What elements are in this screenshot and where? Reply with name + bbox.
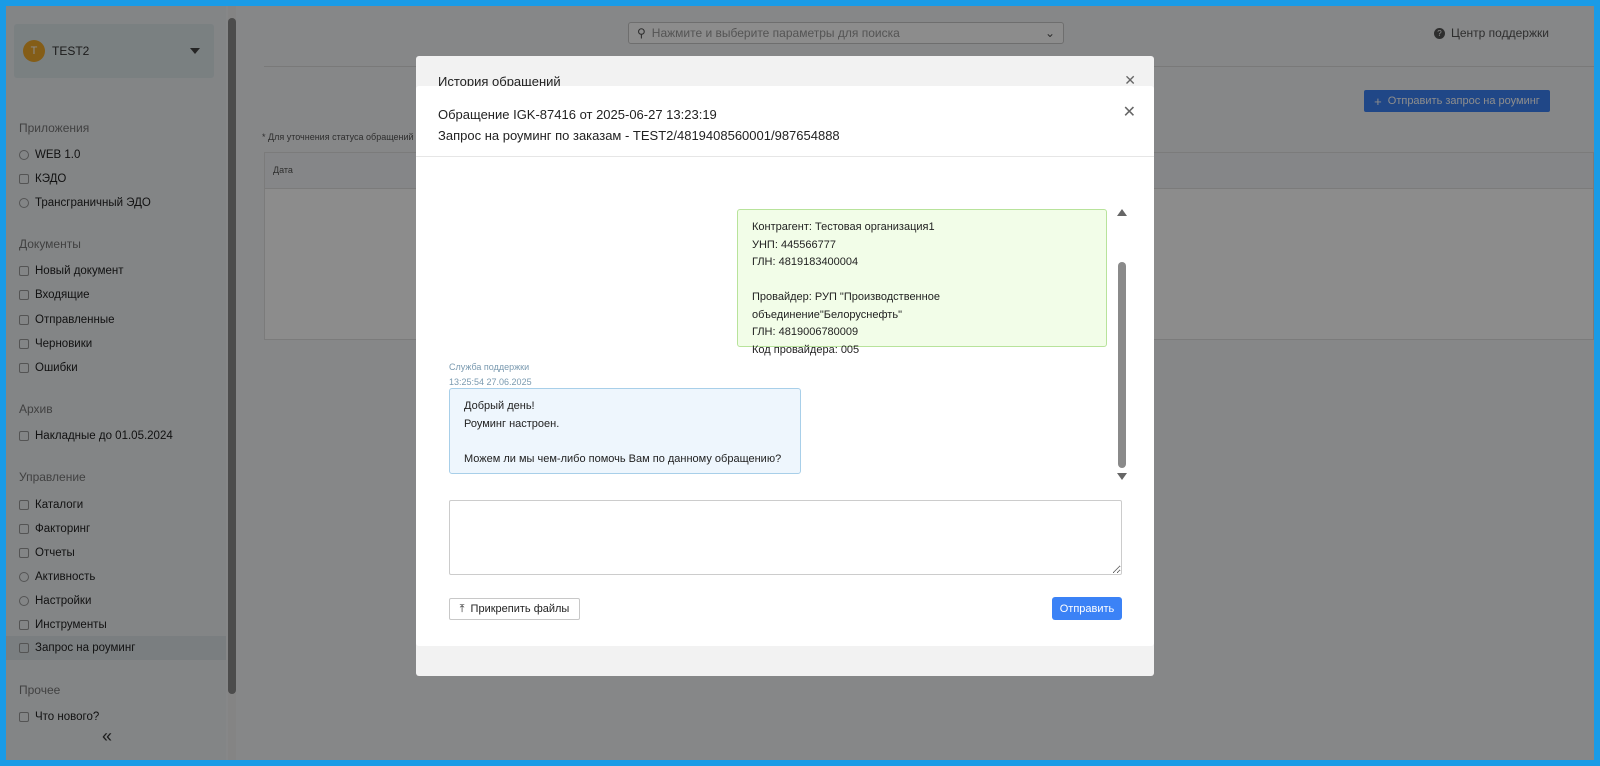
message-scrollbar[interactable] (1116, 206, 1128, 482)
app-window: T TEST2 Приложения WEB 1.0 КЭДО Трансгра… (6, 6, 1594, 760)
ticket-modal-header: Обращение IGK-87416 от 2025-06-27 13:23:… (416, 86, 1154, 157)
send-button[interactable]: Отправить (1052, 597, 1122, 620)
incoming-message: Добрый день! Роуминг настроен. Можем ли … (449, 388, 801, 474)
ticket-modal: Обращение IGK-87416 от 2025-06-27 13:23:… (416, 86, 1154, 646)
scroll-down-icon[interactable] (1117, 473, 1127, 480)
ticket-subtitle: Запрос на роуминг по заказам - TEST2/481… (438, 128, 840, 143)
outgoing-message: Контрагент: Тестовая организация1 УНП: 4… (737, 209, 1107, 356)
close-icon[interactable]: ✕ (1123, 102, 1136, 122)
attach-files-button[interactable]: ⤒ Прикрепить файлы (449, 598, 580, 620)
reply-textarea[interactable] (449, 500, 1122, 575)
scrollbar-thumb[interactable] (1118, 262, 1126, 468)
upload-icon: ⤒ (459, 602, 465, 615)
incoming-meta: Служба поддержки 13:25:54 27.06.2025 (449, 360, 532, 390)
message-thread[interactable]: Контрагент: Тестовая организация1 УНП: 4… (438, 206, 1128, 482)
scroll-up-icon[interactable] (1117, 209, 1127, 216)
message-author: Служба поддержки (449, 362, 530, 372)
ticket-title: Обращение IGK-87416 от 2025-06-27 13:23:… (438, 107, 717, 122)
